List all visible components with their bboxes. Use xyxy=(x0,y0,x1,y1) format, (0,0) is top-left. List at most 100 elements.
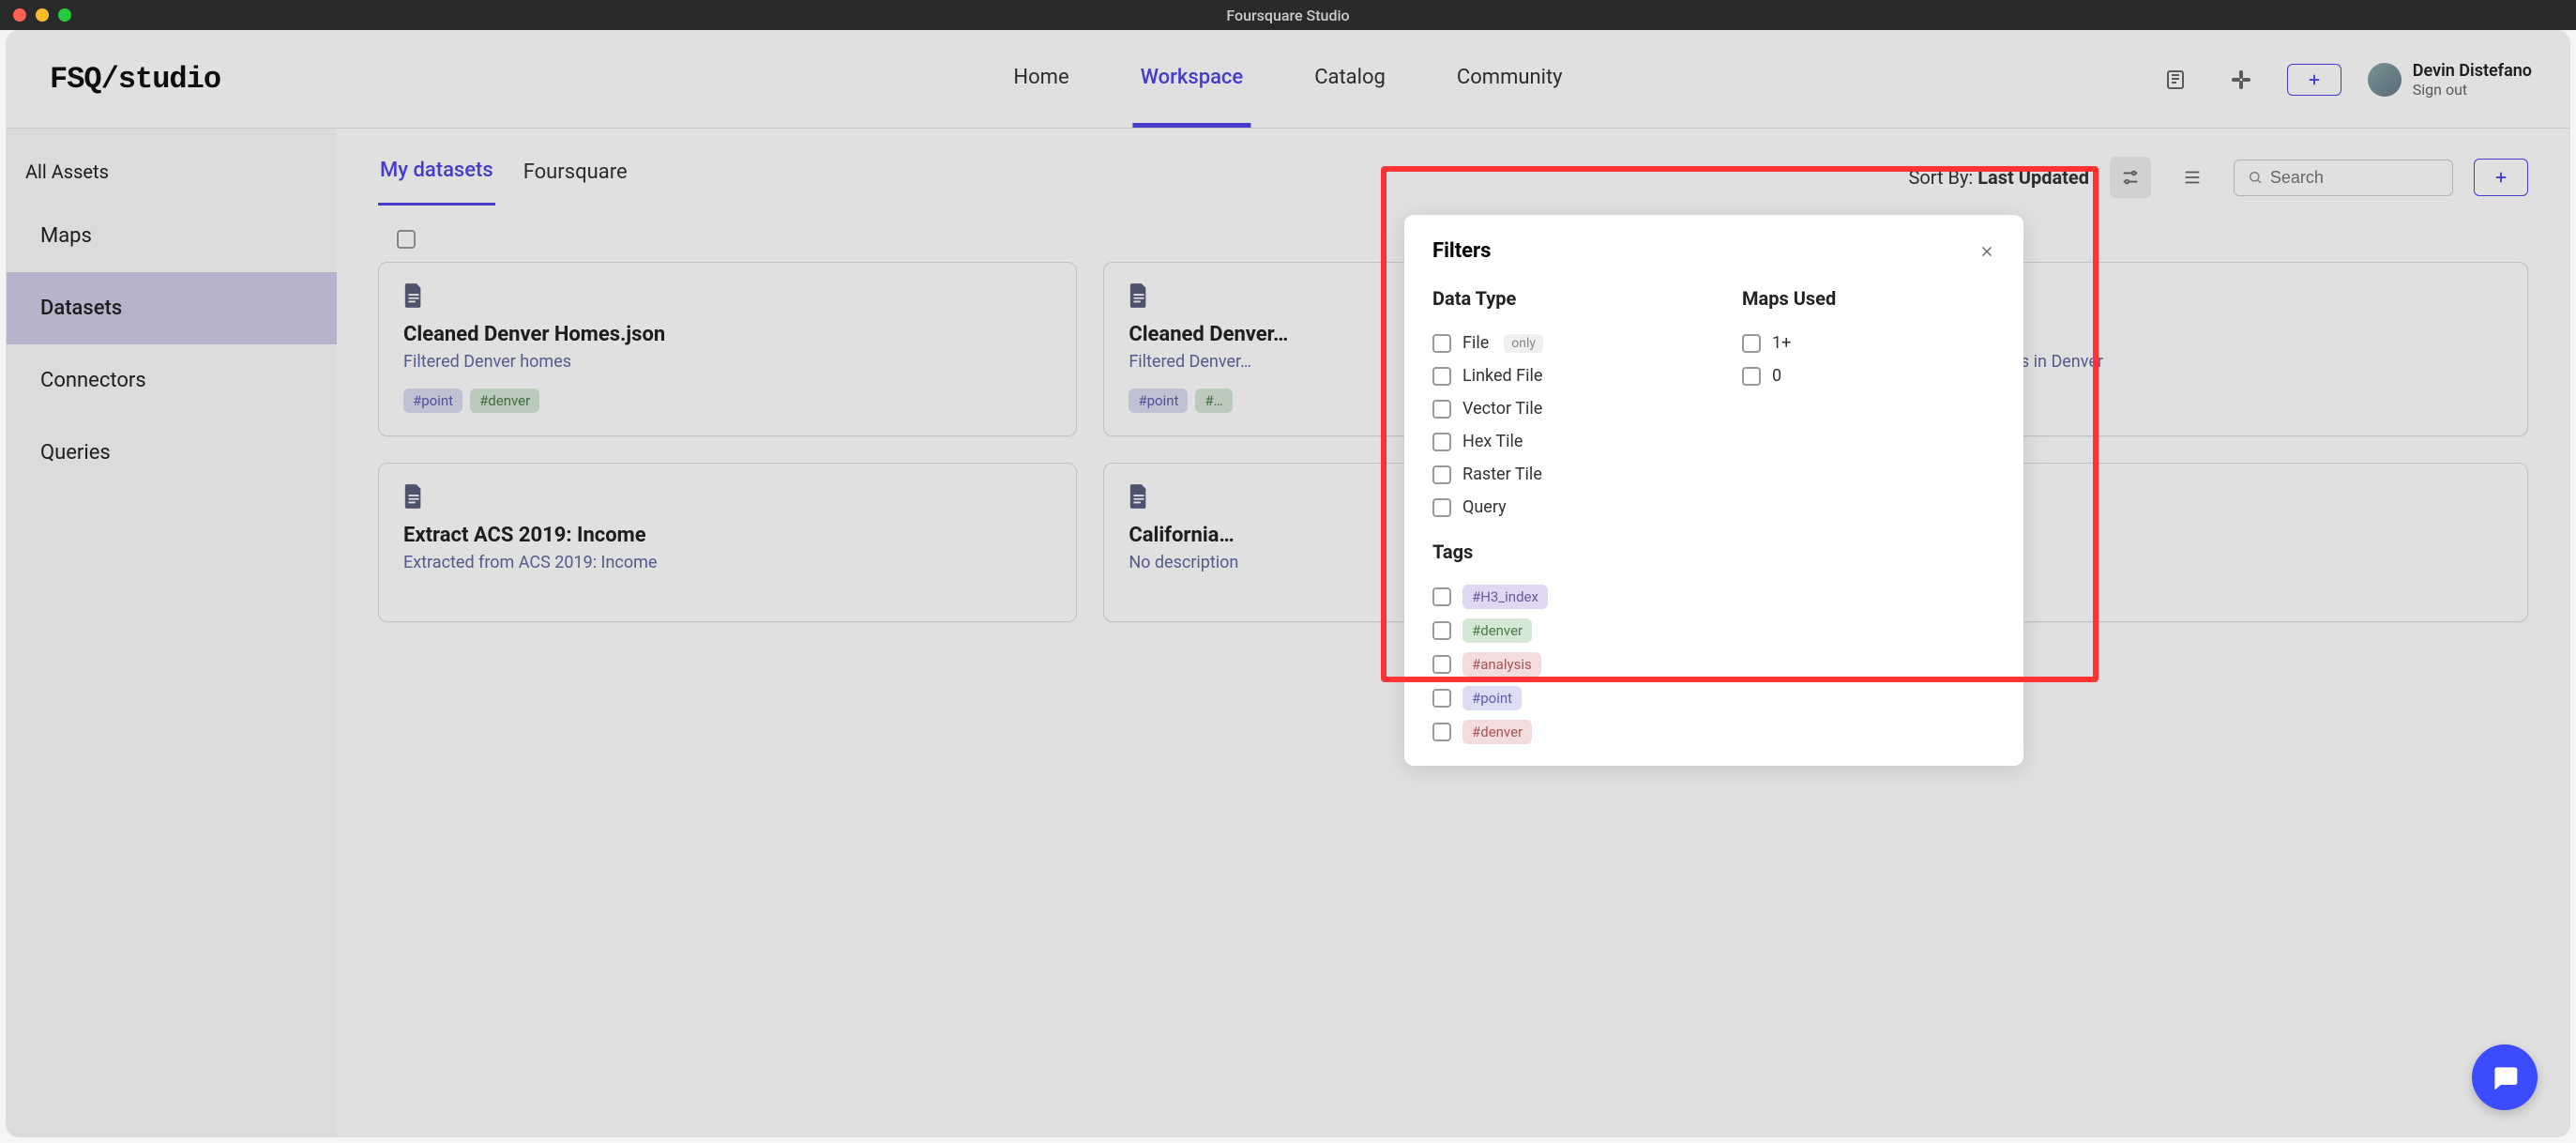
filter-datatype-option[interactable]: Query xyxy=(1432,491,1686,524)
docs-icon[interactable] xyxy=(2156,60,2195,99)
sign-out-link[interactable]: Sign out xyxy=(2413,81,2532,99)
file-icon xyxy=(403,484,1052,509)
dataset-card[interactable]: Cleaned Denver Homes.json Filtered Denve… xyxy=(378,262,1077,436)
appbar-right: Devin Distefano Sign out xyxy=(2156,60,2532,99)
checkbox[interactable] xyxy=(1742,334,1761,353)
chat-fab[interactable] xyxy=(2472,1044,2538,1110)
only-badge[interactable]: only xyxy=(1504,334,1543,353)
appbar: FSQ/studio Home Workspace Catalog Commun… xyxy=(7,31,2569,129)
filter-tag-option[interactable]: #denver xyxy=(1432,715,1686,749)
dataset-card[interactable]: Extract ACS 2019: Income Extracted from … xyxy=(378,463,1077,622)
checkbox[interactable] xyxy=(1432,400,1451,419)
list-view-icon[interactable] xyxy=(2172,157,2213,198)
checkbox[interactable] xyxy=(1432,655,1451,674)
filter-datatype-option[interactable]: Linked File xyxy=(1432,359,1686,392)
option-label: 1+ xyxy=(1772,333,1791,353)
mapsused-label: Maps Used xyxy=(1742,287,1995,310)
filters-title: Filters xyxy=(1432,239,1491,263)
card-title: Extract ACS 2019: Income xyxy=(403,524,1052,547)
tag-chip[interactable]: #point xyxy=(1129,389,1188,413)
tag-chip: #denver xyxy=(1462,618,1532,643)
logo[interactable]: FSQ/studio xyxy=(50,62,220,97)
tag-chip: #analysis xyxy=(1462,652,1541,677)
nav-home[interactable]: Home xyxy=(1006,32,1076,128)
main-nav: Home Workspace Catalog Community xyxy=(1006,32,1569,128)
filter-tag-option[interactable]: #H3_index xyxy=(1432,580,1686,614)
filter-datatype-option[interactable]: Hex Tile xyxy=(1432,425,1686,458)
card-tags: #point #denver xyxy=(403,389,1052,413)
sidebar: All Assets Maps Datasets Connectors Quer… xyxy=(7,129,337,1136)
checkbox[interactable] xyxy=(1432,433,1451,451)
tab-foursquare[interactable]: Foursquare xyxy=(522,151,629,205)
user-menu[interactable]: Devin Distefano Sign out xyxy=(2368,61,2532,99)
checkbox[interactable] xyxy=(1432,587,1451,606)
avatar xyxy=(2368,63,2402,97)
tag-chip[interactable]: #… xyxy=(1195,389,1232,413)
filters-columns: Data Type Fileonly Linked File Vector Tile… xyxy=(1432,287,1995,749)
filter-mapsused-option[interactable]: 0 xyxy=(1742,359,1995,392)
card-description: Extracted from ACS 2019: Income xyxy=(403,553,1052,572)
card-description: Filtered Denver homes xyxy=(403,352,1052,372)
mac-titlebar: Foursquare Studio xyxy=(0,0,2576,30)
tags-label: Tags xyxy=(1432,541,1686,563)
minimize-window[interactable] xyxy=(36,8,49,22)
sort-prefix: Sort By: xyxy=(1908,166,1977,189)
tab-my-datasets[interactable]: My datasets xyxy=(378,149,495,206)
nav-community[interactable]: Community xyxy=(1449,32,1570,128)
filters-col-datatype: Data Type Fileonly Linked File Vector Tile… xyxy=(1432,287,1686,749)
window-title: Foursquare Studio xyxy=(1226,7,1349,24)
nav-catalog[interactable]: Catalog xyxy=(1307,32,1393,128)
checkbox[interactable] xyxy=(1742,367,1761,386)
filter-mapsused-option[interactable]: 1+ xyxy=(1742,327,1995,359)
close-window[interactable] xyxy=(13,8,26,22)
datatype-label: Data Type xyxy=(1432,287,1686,310)
checkbox[interactable] xyxy=(1432,334,1451,353)
tabs-row: My datasets Foursquare Sort By: Last Upd… xyxy=(378,149,2528,206)
filter-tag-option[interactable]: #analysis xyxy=(1432,648,1686,681)
sidebar-connectors[interactable]: Connectors xyxy=(7,344,337,417)
tag-chip[interactable]: #point xyxy=(403,389,462,413)
app-chrome: FSQ/studio Home Workspace Catalog Commun… xyxy=(6,30,2570,1137)
sidebar-all-assets[interactable]: All Assets xyxy=(7,144,337,200)
checkbox[interactable] xyxy=(1432,367,1451,386)
filter-tag-option[interactable]: #point xyxy=(1432,681,1686,715)
checkbox[interactable] xyxy=(1432,689,1451,708)
sidebar-maps[interactable]: Maps xyxy=(7,200,337,272)
filter-datatype-option[interactable]: Vector Tile xyxy=(1432,392,1686,425)
search-icon xyxy=(2248,169,2263,186)
checkbox[interactable] xyxy=(1432,498,1451,517)
option-label: Vector Tile xyxy=(1462,399,1542,419)
tag-chip: #H3_index xyxy=(1462,585,1548,609)
sort-value: Last Updated xyxy=(1977,166,2089,189)
add-dataset-button[interactable] xyxy=(2474,159,2528,196)
sort-by[interactable]: Sort By: Last Updated xyxy=(1908,166,2089,189)
option-label: 0 xyxy=(1772,366,1781,386)
sidebar-queries[interactable]: Queries xyxy=(7,417,337,489)
filters-col-mapsused: Maps Used 1+ 0 xyxy=(1742,287,1995,749)
option-label: Query xyxy=(1462,497,1507,517)
filter-tag-option[interactable]: #denver xyxy=(1432,614,1686,648)
filter-datatype-option[interactable]: Raster Tile xyxy=(1432,458,1686,491)
file-icon xyxy=(403,283,1052,308)
tag-chip[interactable]: #denver xyxy=(470,389,539,413)
checkbox[interactable] xyxy=(1432,465,1451,484)
search-input[interactable] xyxy=(2270,168,2439,188)
filter-datatype-option[interactable]: Fileonly xyxy=(1432,327,1686,359)
checkbox[interactable] xyxy=(1432,621,1451,640)
close-icon[interactable] xyxy=(1978,243,1995,260)
add-button[interactable] xyxy=(2287,64,2341,96)
toolbar-right: Sort By: Last Updated xyxy=(1908,157,2528,198)
filters-header: Filters xyxy=(1432,239,1995,263)
sidebar-datasets[interactable]: Datasets xyxy=(7,272,337,344)
option-label: Linked File xyxy=(1462,366,1542,386)
select-all-checkbox[interactable] xyxy=(397,230,416,249)
slack-icon[interactable] xyxy=(2221,60,2261,99)
filter-icon[interactable] xyxy=(2110,157,2151,198)
tag-chip: #denver xyxy=(1462,720,1532,744)
checkbox[interactable] xyxy=(1432,723,1451,741)
maximize-window[interactable] xyxy=(58,8,71,22)
nav-workspace[interactable]: Workspace xyxy=(1133,32,1251,128)
search-field[interactable] xyxy=(2234,160,2453,196)
tag-chip: #point xyxy=(1462,686,1522,710)
option-label: Hex Tile xyxy=(1462,432,1523,451)
